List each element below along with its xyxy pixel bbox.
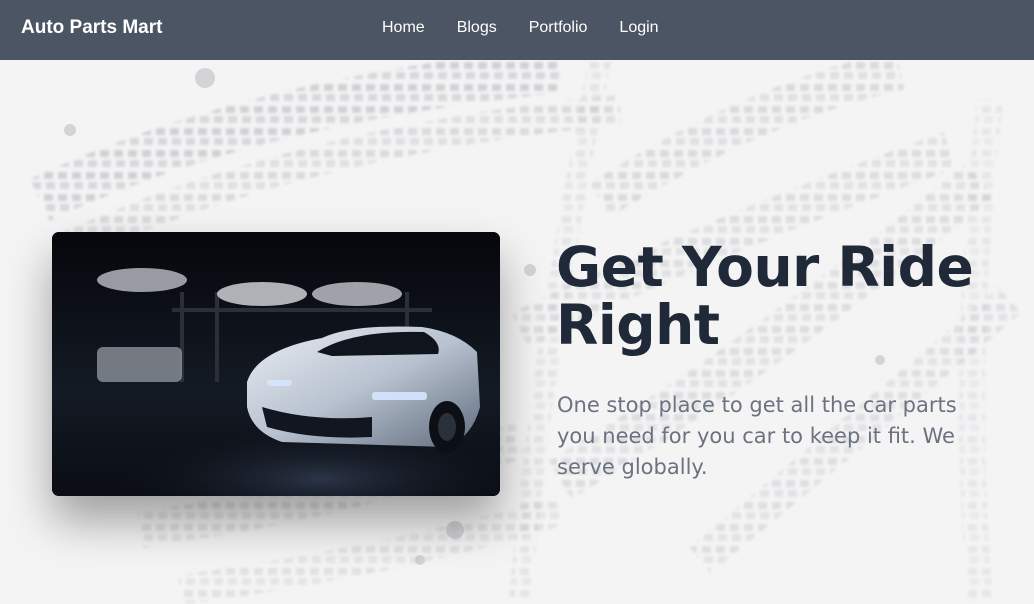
nav-menu: Home Blogs Portfolio Login xyxy=(382,19,691,37)
hero-title: Get Your Ride Right xyxy=(556,235,974,357)
nav-link-blogs[interactable]: Blogs xyxy=(457,19,497,37)
brand-logo[interactable]: Auto Parts Mart xyxy=(21,17,162,39)
car-illustration xyxy=(52,232,500,496)
hero-car-image xyxy=(52,232,500,496)
nav-link-login[interactable]: Login xyxy=(619,19,658,37)
hero-subtitle: One stop place to get all the car parts … xyxy=(557,393,957,479)
navbar: Auto Parts Mart Home Blogs Portfolio Log… xyxy=(0,0,1034,60)
nav-link-home[interactable]: Home xyxy=(382,19,425,37)
nav-link-portfolio[interactable]: Portfolio xyxy=(529,19,588,37)
hero-section: Get Your Ride Right One stop place to ge… xyxy=(0,60,1034,604)
